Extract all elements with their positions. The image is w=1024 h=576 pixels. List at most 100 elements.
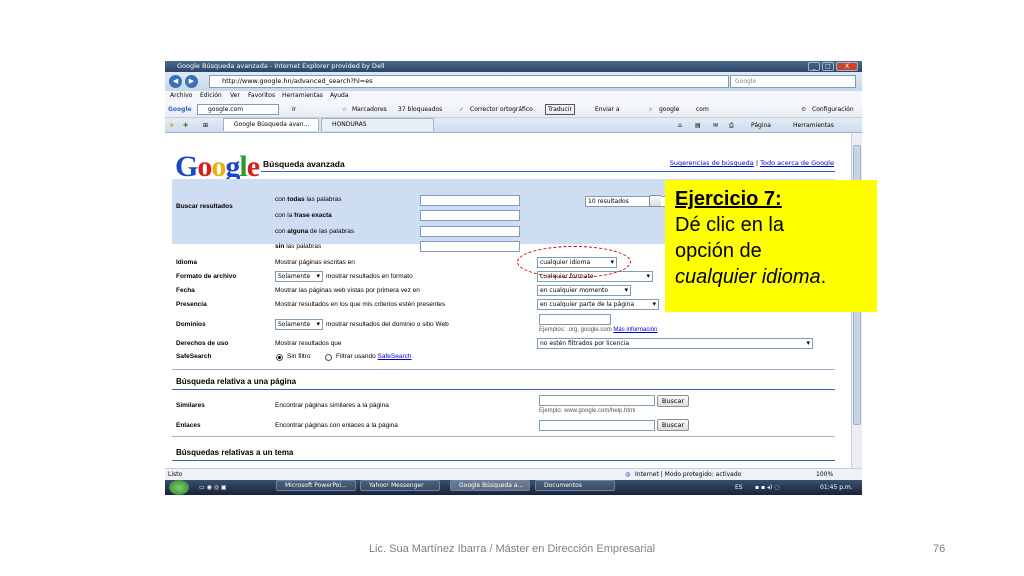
text: frase exacta	[294, 212, 332, 219]
send-button[interactable]: Enviar a	[595, 101, 620, 118]
toolbar-item-google[interactable]: google	[659, 101, 679, 118]
security-zone: Internet | Modo protegido: activado	[635, 471, 742, 478]
google-toolbar-box[interactable]: google.com	[197, 104, 279, 115]
text: .	[820, 266, 827, 288]
translate-button[interactable]: Traducir	[545, 104, 575, 115]
clock: 01:45 p.m.	[820, 484, 853, 491]
all-words-input[interactable]	[420, 195, 520, 206]
tray-icons[interactable]: ▪ ▪ ◂) ◌	[755, 480, 779, 495]
domain-input[interactable]	[539, 314, 611, 325]
google-toolbar: Google google.com Ir ☆ Marcadores 37 blo…	[165, 101, 862, 118]
settings-button[interactable]: Configuración	[812, 101, 854, 118]
date-label: Fecha	[176, 287, 195, 294]
safesearch-off-label: Sin filtro	[287, 353, 311, 360]
go-button[interactable]: Ir	[292, 101, 296, 118]
quick-tabs-icon[interactable]: ⊞	[203, 118, 208, 133]
menu-bar: Archivo Edición Ver Favoritos Herramient…	[165, 91, 862, 101]
any-words-input[interactable]	[420, 226, 520, 237]
add-favorites-icon[interactable]: ✚	[183, 118, 188, 133]
domain-only-select[interactable]: Solamente	[275, 319, 323, 330]
wrench-icon[interactable]: ⚙	[801, 101, 806, 118]
close-button[interactable]: X	[836, 62, 858, 71]
menu-herramientas[interactable]: Herramientas	[282, 91, 323, 101]
taskbar-item-google[interactable]: Google Búsqueda a...	[450, 480, 530, 491]
exact-phrase-input[interactable]	[420, 210, 520, 221]
bookmarks-button[interactable]: Marcadores	[352, 101, 387, 118]
links-search-button[interactable]: Buscar	[657, 419, 689, 431]
maximize-button[interactable]: □	[822, 62, 834, 71]
without-words-label: sin las palabras	[275, 243, 321, 250]
similar-search-button[interactable]: Buscar	[657, 395, 689, 407]
similar-desc: Encontrar páginas similares a la página	[275, 402, 389, 409]
more-info-link[interactable]: Más información	[613, 327, 657, 333]
links-desc: Encontrar páginas con enlaces a la págin…	[275, 422, 398, 429]
print-icon[interactable]: ⎙	[729, 118, 734, 133]
menu-ayuda[interactable]: Ayuda	[330, 91, 349, 101]
about-google-link[interactable]: Todo acerca de Google	[760, 159, 834, 167]
domain-example: Ejemplos: .org, google.com Más informaci…	[539, 327, 657, 333]
occurrences-label: Presencia	[176, 301, 207, 308]
back-icon[interactable]: ◀	[169, 75, 182, 88]
page-specific-heading: Búsqueda relativa a una página	[176, 377, 297, 386]
tab-honduras[interactable]: HONDURAS	[321, 118, 434, 131]
callout-italic: cualquier idioma	[675, 266, 821, 288]
taskbar-item-powerpoint[interactable]: Microsoft PowerPoi...	[276, 480, 356, 491]
similar-input[interactable]	[539, 395, 655, 406]
tools-menu[interactable]: Herramientas	[793, 118, 834, 133]
domain-label: Dominios	[176, 321, 206, 328]
quicklaunch-icons[interactable]: ▭ ◉ ◎ ▣	[199, 480, 227, 495]
text: todas	[287, 196, 305, 203]
divider	[172, 369, 835, 370]
language-indicator[interactable]: ES	[735, 480, 743, 495]
occurrences-select[interactable]: en cualquier parte de la página	[537, 299, 659, 310]
start-button[interactable]	[169, 480, 189, 495]
page-title: Búsqueda avanzada	[263, 159, 345, 169]
tab-row: ★ ✚ ⊞ Google Búsqueda avan... HONDURAS ⌂…	[165, 118, 862, 133]
similar-example: Ejemplo: www.google.com/help.html	[539, 408, 636, 414]
file-format-desc: mostrar resultados en formato	[326, 273, 413, 280]
search-icon[interactable]: ⌕	[649, 101, 652, 118]
mail-icon[interactable]: ✉	[713, 118, 718, 133]
safesearch-link[interactable]: SafeSearch	[378, 353, 412, 360]
star-icon[interactable]: ☆	[342, 101, 347, 118]
menu-archivo[interactable]: Archivo	[170, 91, 192, 101]
menu-ver[interactable]: Ver	[230, 91, 240, 101]
favorites-star-icon[interactable]: ★	[169, 118, 174, 133]
date-select[interactable]: en cualquier momento	[537, 285, 631, 296]
safesearch-off-radio[interactable]	[276, 354, 283, 361]
search-input[interactable]: Google	[730, 75, 856, 88]
home-icon[interactable]: ⌂	[678, 118, 682, 133]
menu-favoritos[interactable]: Favoritos	[248, 91, 275, 101]
status-bar: Listo ◍ Internet | Modo protegido: activ…	[165, 468, 862, 480]
highlight-ellipse	[517, 246, 631, 278]
tips-link[interactable]: Sugerencias de búsqueda	[670, 159, 754, 167]
title-rule	[261, 171, 835, 172]
spellcheck-button[interactable]: Corrector ortográfico	[470, 101, 533, 118]
links-separator: |	[755, 159, 759, 167]
taskbar-item-messenger[interactable]: Yahoo! Messenger	[360, 480, 440, 491]
taskbar-item-documents[interactable]: Documentos	[535, 480, 615, 491]
page-menu[interactable]: Página	[751, 118, 771, 133]
minimize-button[interactable]: _	[808, 62, 820, 71]
tab-google-advanced[interactable]: Google Búsqueda avan...	[223, 118, 319, 131]
usage-rights-select[interactable]: no estén filtrados por licencia	[537, 338, 813, 349]
text: de las palabras	[308, 228, 355, 235]
domain-desc: mostrar resultados del dominio o sitio W…	[326, 321, 449, 328]
language-desc: Mostrar páginas escritas en	[275, 259, 355, 266]
popups-blocked[interactable]: 37 bloqueados	[398, 101, 442, 118]
date-desc: Mostrar las páginas web vistas por prime…	[275, 287, 420, 294]
search-button-edge[interactable]	[649, 195, 661, 207]
safesearch-on-radio[interactable]	[325, 354, 332, 361]
without-words-input[interactable]	[420, 241, 520, 252]
zoom-level[interactable]: 100%	[816, 469, 833, 480]
address-bar[interactable]: http://www.google.hn/advanced_search?hl=…	[209, 75, 729, 88]
google-toolbar-logo: Google	[168, 106, 192, 113]
toolbar-item-com[interactable]: com	[696, 101, 709, 118]
forward-icon[interactable]: ▶	[185, 75, 198, 88]
format-only-select[interactable]: Solamente	[275, 271, 323, 282]
spellcheck-icon[interactable]: ✓	[459, 101, 464, 118]
links-input[interactable]	[539, 420, 655, 431]
feeds-icon[interactable]: ▤	[695, 118, 701, 133]
menu-edicion[interactable]: Edición	[200, 91, 222, 101]
text: Ejemplos: .org, google.com	[539, 327, 612, 333]
